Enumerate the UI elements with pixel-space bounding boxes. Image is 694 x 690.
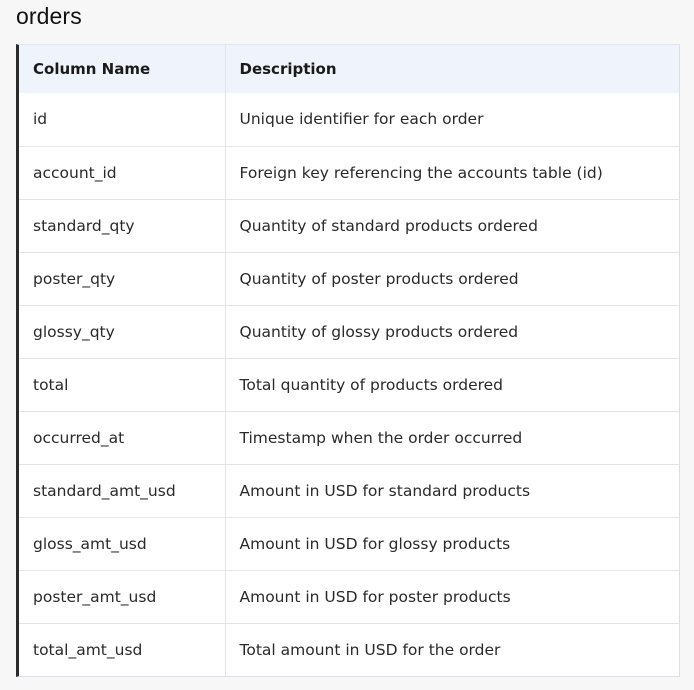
cell-column-name: occurred_at xyxy=(19,411,226,464)
table-row: poster_qty Quantity of poster products o… xyxy=(19,252,679,305)
cell-description: Amount in USD for glossy products xyxy=(239,534,511,553)
cell-column-name: total_amt_usd xyxy=(19,623,226,676)
schema-table-container: Column Name Description id Unique identi… xyxy=(16,44,680,677)
cell-description: Quantity of glossy products ordered xyxy=(239,322,519,341)
cell-column-name: poster_amt_usd xyxy=(19,570,226,623)
cell-column-name: account_id xyxy=(19,146,226,199)
table-row: standard_amt_usd Amount in USD for stand… xyxy=(19,464,679,517)
cell-description: Unique identifier for each order xyxy=(239,110,484,129)
header-column-name: Column Name xyxy=(19,45,226,93)
schema-table: Column Name Description id Unique identi… xyxy=(19,45,679,676)
header-row: Column Name Description xyxy=(19,45,679,93)
cell-column-name: standard_qty xyxy=(19,199,226,252)
page: orders Column Name Description id Unique… xyxy=(0,0,694,690)
cell-description: Foreign key referencing the accounts tab… xyxy=(239,163,603,182)
cell-description: Total quantity of products ordered xyxy=(239,375,504,394)
table-row: occurred_at Timestamp when the order occ… xyxy=(19,411,679,464)
cell-description: Amount in USD for standard products xyxy=(239,481,531,500)
cell-column-name: id xyxy=(19,93,226,146)
cell-column-name: glossy_qty xyxy=(19,305,226,358)
cell-description: Quantity of standard products ordered xyxy=(239,216,538,235)
cell-column-name: poster_qty xyxy=(19,252,226,305)
table-row: standard_qty Quantity of standard produc… xyxy=(19,199,679,252)
table-row: account_id Foreign key referencing the a… xyxy=(19,146,679,199)
header-description: Description xyxy=(239,60,337,78)
table-body: id Unique identifier for each order acco… xyxy=(19,93,679,676)
cell-description: Timestamp when the order occurred xyxy=(239,428,523,447)
cell-column-name: total xyxy=(19,358,226,411)
table-row: glossy_qty Quantity of glossy products o… xyxy=(19,305,679,358)
table-row: id Unique identifier for each order xyxy=(19,93,679,146)
table-title: orders xyxy=(16,3,82,29)
cell-column-name: standard_amt_usd xyxy=(19,464,226,517)
table-row: poster_amt_usd Amount in USD for poster … xyxy=(19,570,679,623)
cell-description: Quantity of poster products ordered xyxy=(239,269,519,288)
table-row: total_amt_usd Total amount in USD for th… xyxy=(19,623,679,676)
cell-description: Amount in USD for poster products xyxy=(239,587,511,606)
table-row: gloss_amt_usd Amount in USD for glossy p… xyxy=(19,517,679,570)
cell-description: Total amount in USD for the order xyxy=(239,640,501,659)
table-row: total Total quantity of products ordered xyxy=(19,358,679,411)
cell-column-name: gloss_amt_usd xyxy=(19,517,226,570)
table-header: Column Name Description xyxy=(19,45,679,93)
